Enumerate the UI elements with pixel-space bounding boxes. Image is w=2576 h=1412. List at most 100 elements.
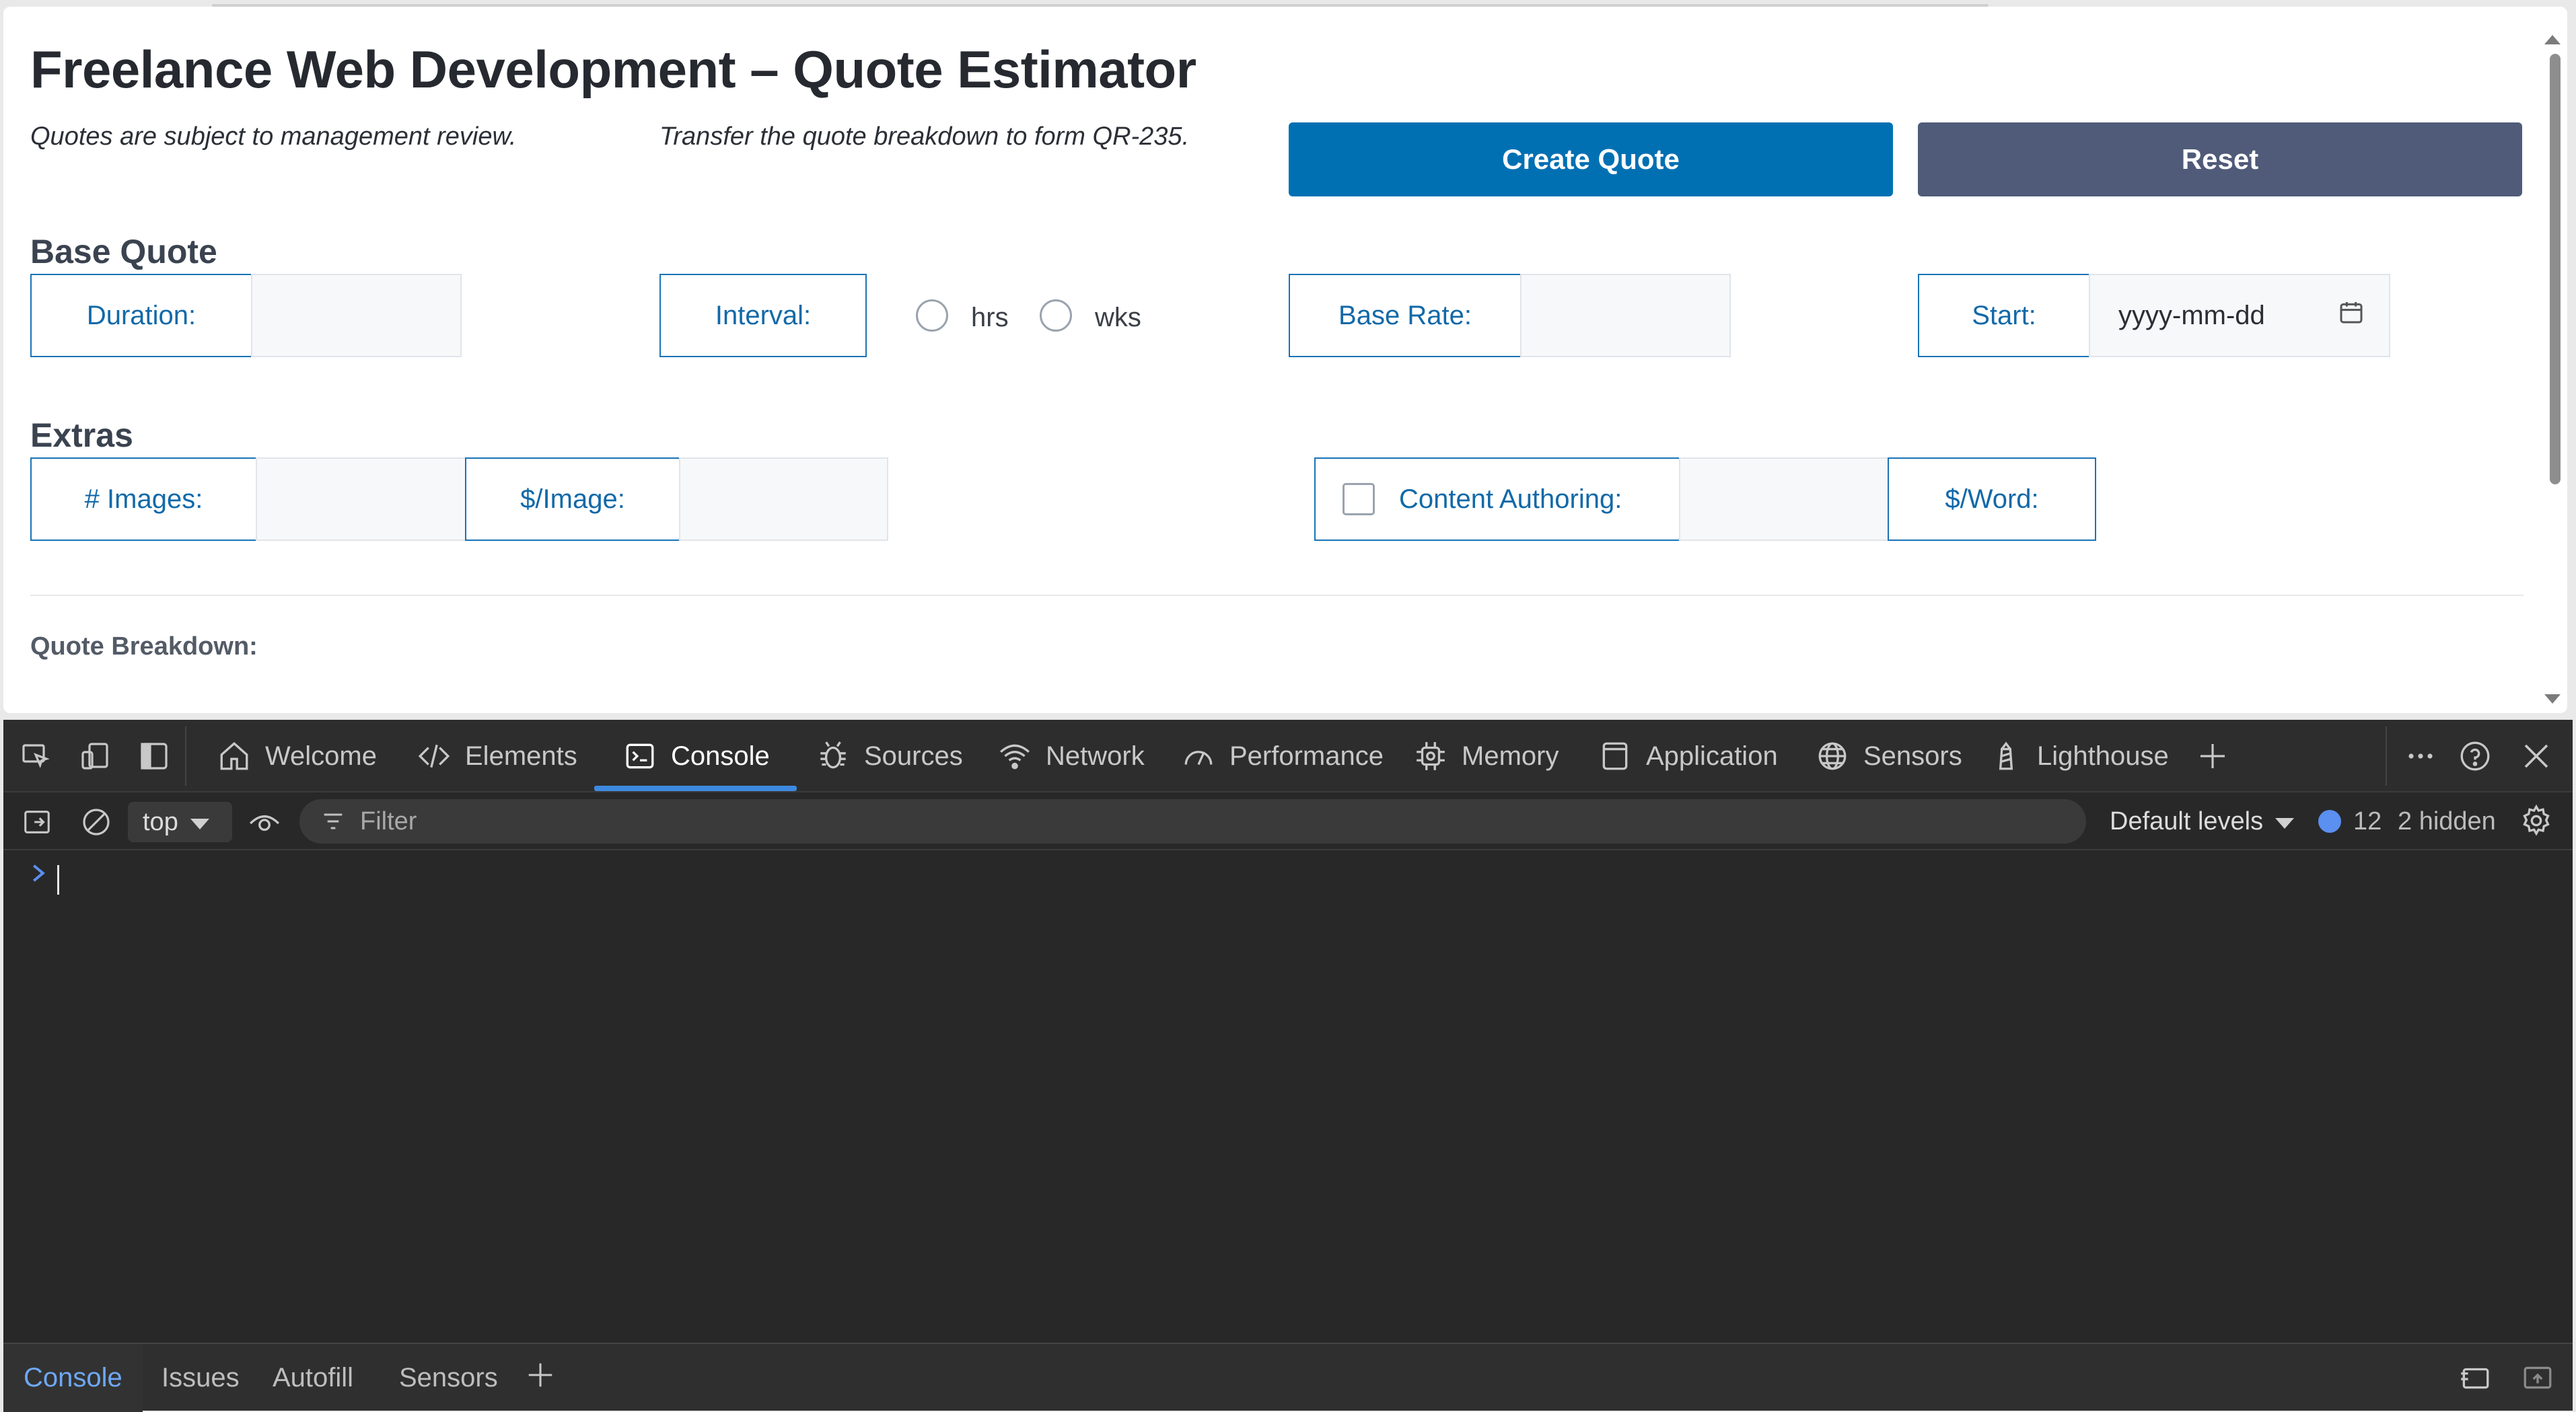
scroll-down-arrow[interactable] bbox=[2544, 694, 2561, 704]
live-expression-eye-icon[interactable] bbox=[246, 803, 283, 841]
images-input[interactable] bbox=[256, 457, 466, 541]
help-icon[interactable] bbox=[2456, 737, 2494, 775]
tab-application-label: Application bbox=[1646, 741, 1778, 771]
quote-breakdown-label: Quote Breakdown: bbox=[30, 632, 258, 661]
devtools-panel: Welcome Elements Console Sources Network… bbox=[3, 720, 2573, 1412]
drawer-add-tab-icon[interactable] bbox=[522, 1356, 559, 1394]
tab-memory[interactable]: Memory bbox=[1412, 720, 1559, 792]
transfer-note: Transfer the quote breakdown to form QR-… bbox=[659, 122, 1190, 151]
drawer-tab-autofill[interactable]: Autofill bbox=[273, 1344, 353, 1412]
drawer-tab-console[interactable]: Console bbox=[3, 1344, 143, 1412]
per-image-label: $/Image: bbox=[465, 457, 680, 541]
tab-console-label: Console bbox=[671, 741, 770, 771]
tab-lighthouse-label: Lighthouse bbox=[2037, 741, 2169, 771]
section-divider bbox=[30, 595, 2524, 596]
close-icon[interactable] bbox=[2517, 737, 2555, 775]
images-label: # Images: bbox=[30, 457, 257, 541]
per-image-input[interactable] bbox=[679, 457, 888, 541]
create-quote-button[interactable]: Create Quote bbox=[1289, 122, 1893, 196]
quote-estimator-page: Freelance Web Development – Quote Estima… bbox=[3, 4, 2567, 713]
devtools-tabbar: Welcome Elements Console Sources Network… bbox=[3, 720, 2573, 792]
interval-label: Interval: bbox=[659, 274, 867, 357]
filter-input[interactable]: Filter bbox=[299, 799, 2086, 844]
context-select-value: top bbox=[143, 807, 178, 836]
wifi-icon bbox=[996, 737, 1034, 775]
hidden-count: 2 hidden bbox=[2398, 807, 2496, 835]
base-rate-label: Base Rate: bbox=[1289, 274, 1522, 357]
start-date-input[interactable]: yyyy-mm-dd bbox=[2089, 274, 2390, 357]
dock-drawer-icon[interactable] bbox=[2456, 1359, 2494, 1397]
page-scrollbar[interactable] bbox=[2550, 54, 2561, 484]
tab-elements-label: Elements bbox=[465, 741, 577, 771]
console-icon bbox=[621, 737, 659, 775]
interval-wks-label: wks bbox=[1095, 303, 1141, 332]
content-authoring-input[interactable] bbox=[1679, 457, 1890, 541]
more-options-icon[interactable] bbox=[2402, 737, 2439, 775]
log-levels-value: Default levels bbox=[2110, 807, 2264, 835]
duration-label: Duration: bbox=[30, 274, 252, 357]
tab-lighthouse[interactable]: Lighthouse bbox=[1987, 720, 2169, 792]
clear-console-icon[interactable] bbox=[77, 803, 115, 841]
interval-wks-radio[interactable] bbox=[1040, 299, 1072, 332]
content-authoring-text: Content Authoring: bbox=[1399, 484, 1622, 514]
dock-sidebar-icon[interactable] bbox=[135, 737, 173, 775]
tab-elements[interactable]: Elements bbox=[415, 720, 577, 792]
message-count: 12 bbox=[2353, 807, 2382, 835]
content-authoring-checkbox[interactable] bbox=[1343, 483, 1375, 515]
lighthouse-icon bbox=[1987, 737, 2025, 775]
scroll-up-arrow[interactable] bbox=[2544, 35, 2561, 44]
tab-sensors[interactable]: Sensors bbox=[1814, 720, 1962, 792]
tab-welcome[interactable]: Welcome bbox=[215, 720, 377, 792]
chip-icon bbox=[1412, 737, 1450, 775]
review-note: Quotes are subject to management review. bbox=[30, 122, 517, 151]
code-icon bbox=[415, 737, 453, 775]
calendar-icon[interactable] bbox=[2338, 299, 2365, 332]
console-output[interactable] bbox=[3, 852, 2573, 1343]
start-date-placeholder: yyyy-mm-dd bbox=[2118, 300, 2265, 330]
page-title: Freelance Web Development – Quote Estima… bbox=[30, 40, 1196, 99]
message-count-badge[interactable]: 12 bbox=[2318, 799, 2382, 844]
globe-icon bbox=[1814, 737, 1851, 775]
context-select[interactable]: top bbox=[128, 802, 232, 842]
console-settings-gear-icon[interactable] bbox=[2517, 802, 2555, 840]
tab-memory-label: Memory bbox=[1462, 741, 1559, 771]
tab-sensors-label: Sensors bbox=[1863, 741, 1962, 771]
filter-icon bbox=[320, 808, 347, 835]
tab-sources[interactable]: Sources bbox=[814, 720, 963, 792]
start-label: Start: bbox=[1918, 274, 2090, 357]
tab-sources-label: Sources bbox=[864, 741, 963, 771]
tabbar-separator bbox=[185, 727, 186, 786]
tab-performance[interactable]: Performance bbox=[1180, 720, 1384, 792]
tab-network-label: Network bbox=[1046, 741, 1145, 771]
drawer-tab-issues[interactable]: Issues bbox=[162, 1344, 240, 1412]
bug-icon bbox=[814, 737, 852, 775]
tab-application[interactable]: Application bbox=[1596, 720, 1778, 792]
reset-button[interactable]: Reset bbox=[1918, 122, 2522, 196]
console-prompt-chevron-icon bbox=[29, 861, 48, 892]
message-icon bbox=[2318, 810, 2341, 833]
base-rate-input[interactable] bbox=[1520, 274, 1731, 357]
log-levels-select[interactable]: Default levels bbox=[2110, 799, 2295, 844]
tab-performance-label: Performance bbox=[1229, 741, 1384, 771]
extras-heading: Extras bbox=[30, 416, 133, 454]
content-authoring-label[interactable]: Content Authoring: bbox=[1314, 457, 1680, 541]
interval-hrs-label: hrs bbox=[971, 303, 1009, 332]
console-input-caret[interactable] bbox=[57, 865, 59, 895]
tab-network[interactable]: Network bbox=[996, 720, 1145, 792]
top-scroll-indicator bbox=[212, 4, 1989, 7]
base-quote-heading: Base Quote bbox=[30, 233, 217, 270]
inspect-element-icon[interactable] bbox=[17, 737, 55, 775]
show-sidebar-icon[interactable] bbox=[18, 803, 56, 841]
app-window-icon bbox=[1596, 737, 1634, 775]
tab-console[interactable]: Console bbox=[594, 720, 797, 792]
per-word-label: $/Word: bbox=[1888, 457, 2096, 541]
add-tab-icon[interactable] bbox=[2194, 737, 2231, 775]
drawer-tab-sensors[interactable]: Sensors bbox=[399, 1344, 498, 1412]
close-drawer-icon[interactable] bbox=[2519, 1359, 2556, 1397]
interval-hrs-radio[interactable] bbox=[916, 299, 948, 332]
device-emulation-icon[interactable] bbox=[76, 737, 114, 775]
filter-placeholder: Filter bbox=[360, 807, 417, 835]
tab-welcome-label: Welcome bbox=[265, 741, 377, 771]
duration-input[interactable] bbox=[251, 274, 462, 357]
gauge-icon bbox=[1180, 737, 1217, 775]
